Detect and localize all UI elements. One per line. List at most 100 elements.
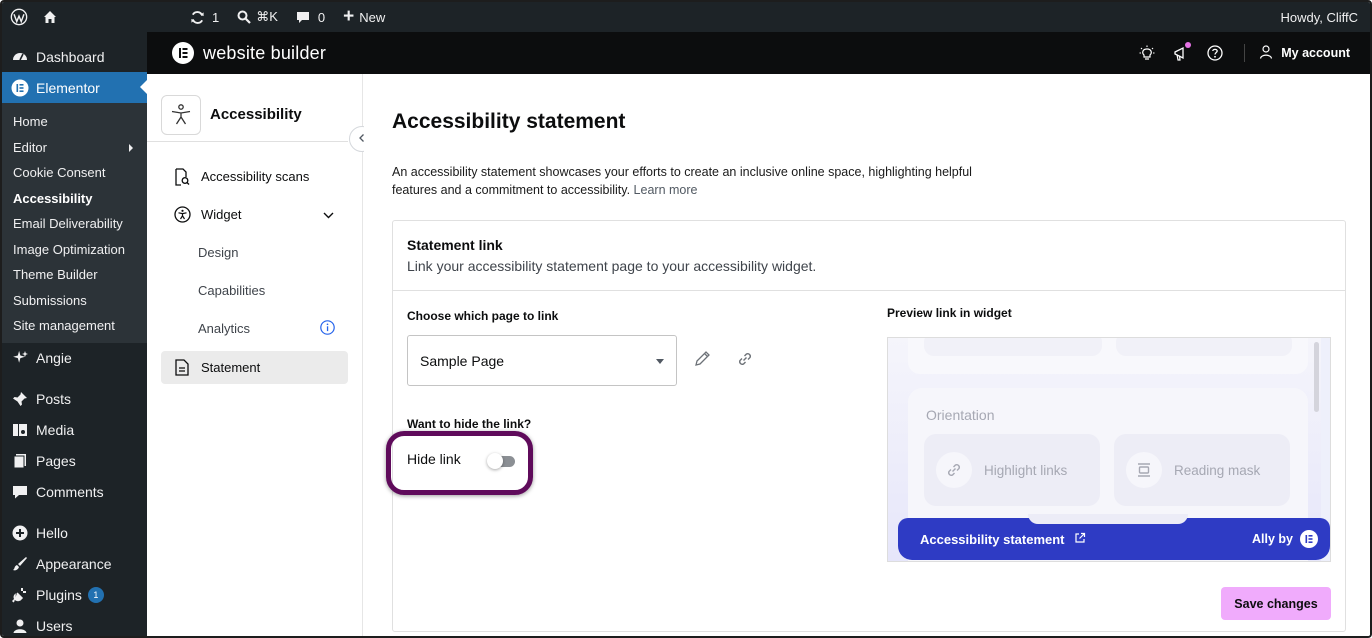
menu-appearance[interactable]: Appearance: [2, 549, 147, 580]
pin-icon: [11, 390, 29, 408]
my-account-label: My account: [1281, 46, 1350, 60]
elementor-icon: [11, 79, 29, 97]
hide-link-question: Want to hide the link?: [407, 417, 532, 431]
preview-top-button: [1116, 338, 1292, 356]
pencil-icon: [694, 350, 711, 372]
nav-widget[interactable]: Widget: [161, 198, 348, 231]
lightbulb-icon[interactable]: [1130, 45, 1164, 61]
menu-pages[interactable]: Pages: [2, 446, 147, 477]
preview-panel: Orientation Highlight links Reading mask: [888, 338, 1330, 561]
menu-hello[interactable]: Hello: [2, 518, 147, 549]
submenu-cookie-consent[interactable]: Cookie Consent: [2, 160, 147, 186]
scan-document-icon: [173, 167, 191, 186]
search-shortcut: ⌘K: [256, 9, 278, 24]
wordpress-logo-icon[interactable]: [2, 2, 35, 32]
comments-count: 0: [317, 9, 326, 25]
menu-label: Pages: [36, 453, 76, 469]
submenu-submissions[interactable]: Submissions: [2, 288, 147, 314]
notification-dot: [1185, 41, 1192, 48]
nav-label: Statement: [201, 360, 261, 375]
accessibility-icon: [173, 206, 191, 224]
card-title: Statement link: [407, 237, 503, 253]
user-icon: [1259, 44, 1273, 62]
updates-icon: [190, 10, 205, 25]
plus-circle-icon: [11, 524, 29, 542]
new-content-button[interactable]: + New: [336, 2, 392, 32]
menu-label: Comments: [36, 484, 104, 500]
menu-label: Users: [36, 618, 73, 634]
preview-label: Preview link in widget: [887, 306, 1012, 320]
submenu-email-deliverability[interactable]: Email Deliverability: [2, 211, 147, 237]
link-icon: [736, 350, 754, 373]
megaphone-icon[interactable]: [1164, 41, 1198, 62]
main-content: Accessibility statement An accessibility…: [364, 74, 1370, 636]
choose-page-label: Choose which page to link: [407, 309, 559, 323]
nav-label: Widget: [201, 207, 242, 222]
selected-page: Sample Page: [420, 352, 505, 369]
preview-highlight-links: Highlight links: [924, 434, 1100, 506]
hide-link-toggle[interactable]: [487, 453, 515, 469]
home-icon[interactable]: [35, 2, 65, 32]
submenu-accessibility[interactable]: Accessibility: [2, 186, 147, 212]
nav-statement[interactable]: Statement: [161, 351, 348, 384]
submenu-site-management[interactable]: Site management: [2, 313, 147, 339]
menu-angie[interactable]: Angie: [2, 343, 147, 374]
sparkle-icon: [11, 349, 29, 367]
search-icon: [237, 10, 252, 24]
elementor-top-bar: website builder My account: [147, 32, 1370, 74]
page-select[interactable]: Sample Page: [407, 335, 677, 386]
dropdown-caret-icon: [656, 359, 664, 368]
menu-plugins[interactable]: Plugins 1: [2, 580, 147, 611]
menu-label: Hello: [36, 525, 68, 541]
nav-label: Analytics: [198, 321, 251, 336]
admin-bar: 1 ⌘K 0 + New Howdy, CliffC: [2, 2, 1370, 32]
menu-dashboard[interactable]: Dashboard: [2, 41, 147, 72]
ally-by-credit: Ally by: [1252, 530, 1318, 548]
open-link-button[interactable]: [735, 351, 755, 371]
menu-elementor[interactable]: Elementor: [2, 72, 148, 103]
learn-more-link[interactable]: Learn more: [634, 183, 698, 197]
elementor-submenu: Home Editor Cookie Consent Accessibility…: [2, 103, 147, 343]
account-greeting[interactable]: Howdy, CliffC: [1273, 2, 1370, 32]
preview-scrollbar: [1314, 342, 1319, 412]
preview-statement-link: Accessibility statement: [920, 531, 1065, 547]
my-account-button[interactable]: My account: [1259, 44, 1350, 62]
search-item[interactable]: ⌘K: [230, 2, 285, 32]
chevron-down-icon: [323, 207, 334, 222]
nav-analytics[interactable]: Analytics: [161, 312, 348, 345]
menu-label: Appearance: [36, 556, 112, 572]
top-bar-title: website builder: [203, 42, 327, 63]
save-changes-button[interactable]: Save changes: [1221, 587, 1331, 620]
link-icon: [936, 452, 972, 488]
submenu-theme-builder[interactable]: Theme Builder: [2, 262, 147, 288]
reading-mask-icon: [1126, 452, 1162, 488]
toggle-knob: [487, 453, 503, 469]
nav-capabilities[interactable]: Capabilities: [161, 274, 348, 307]
submenu-image-optimization[interactable]: Image Optimization: [2, 237, 147, 263]
elementor-logo-icon: [1300, 530, 1318, 548]
nav-accessibility-scans[interactable]: Accessibility scans: [161, 160, 348, 193]
menu-posts[interactable]: Posts: [2, 384, 147, 415]
updates-count: 1: [212, 9, 220, 25]
menu-users[interactable]: Users: [2, 611, 147, 637]
submenu-editor[interactable]: Editor: [2, 135, 147, 161]
ally-nav: Accessibility scans Widget Design Capabi…: [147, 142, 362, 384]
menu-comments[interactable]: Comments: [2, 477, 147, 508]
widget-preview: Orientation Highlight links Reading mask: [887, 337, 1331, 562]
comments-item[interactable]: 0: [289, 2, 332, 32]
help-icon[interactable]: [1198, 45, 1232, 61]
plug-icon: [11, 586, 29, 604]
page-description: An accessibility statement showcases you…: [392, 163, 992, 199]
document-icon: [173, 359, 191, 377]
menu-media[interactable]: Media: [2, 415, 147, 446]
plugins-update-badge: 1: [87, 587, 104, 603]
dashboard-icon: [11, 48, 29, 66]
submenu-home[interactable]: Home: [2, 109, 147, 135]
submenu-label: Editor: [13, 139, 47, 155]
nav-design[interactable]: Design: [161, 236, 348, 269]
external-link-icon: [1074, 532, 1086, 547]
updates-item[interactable]: 1: [183, 2, 226, 32]
preview-top-button: [924, 338, 1102, 356]
pages-icon: [11, 452, 29, 470]
edit-page-button[interactable]: [692, 351, 712, 371]
